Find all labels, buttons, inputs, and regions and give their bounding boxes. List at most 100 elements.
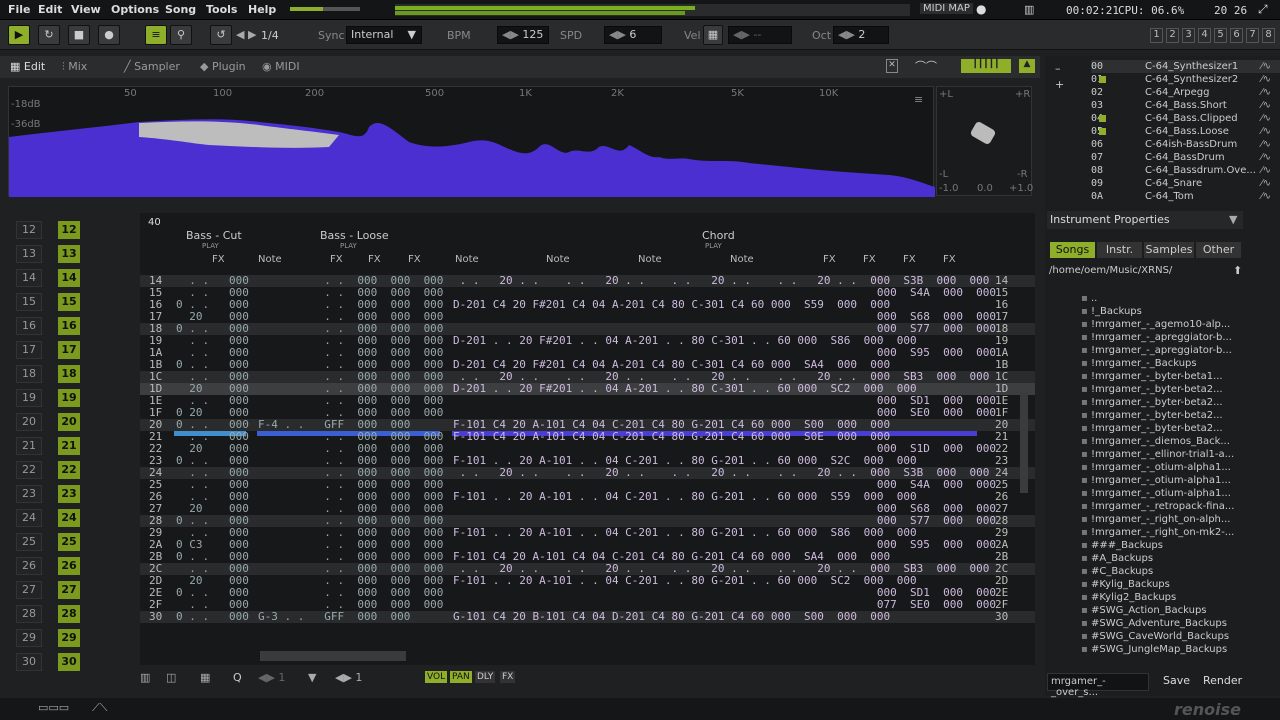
sequence-pattern[interactable]: 22 (58, 461, 80, 479)
track-button-6[interactable]: 6 (1230, 28, 1243, 43)
bass-cut-cell[interactable]: 0 . . 000 (176, 611, 249, 623)
block-loop-button[interactable]: ↺ (210, 25, 232, 45)
matrix-icon[interactable]: ▦ (200, 671, 210, 684)
menu-tools[interactable]: Tools (206, 3, 237, 16)
scope-toggle-icon[interactable]: ⌒⌒ (915, 58, 937, 74)
tab-samples[interactable]: Samples (1144, 242, 1194, 258)
sequence-slot[interactable]: 20 20 (10, 413, 130, 433)
lines-field[interactable]: ◀▶ 1 (258, 671, 285, 684)
save-filename-input[interactable]: mrgamer_-_over_s... (1047, 673, 1149, 698)
sequence-pattern[interactable]: 14 (58, 269, 80, 287)
file-item[interactable]: ▪ !mrgamer_-_ellinor-trial1-a... (1081, 448, 1234, 461)
file-item[interactable]: ▪ !mrgamer_-_otium-alpha1... (1081, 474, 1231, 487)
loop-button[interactable]: ↻ (38, 25, 60, 45)
tab-edit[interactable]: ▦ Edit (10, 60, 45, 73)
track-button-8[interactable]: 8 (1262, 28, 1275, 43)
sequence-slot[interactable]: 16 16 (10, 317, 130, 337)
sequence-pattern[interactable]: 27 (58, 581, 80, 599)
menu-file[interactable]: File (8, 3, 31, 16)
sequence-pattern[interactable]: 19 (58, 389, 80, 407)
track-name-bass-loose[interactable]: Bass - Loose (320, 229, 389, 242)
sequence-slot[interactable]: 21 21 (10, 437, 130, 457)
sequence-slot[interactable]: 30 30 (10, 653, 130, 673)
menu-options[interactable]: Options (111, 3, 159, 16)
file-item[interactable]: ▪ #SWG_Adventure_Backups (1081, 617, 1227, 630)
octave-field[interactable]: ◀▶ 2 (833, 26, 889, 44)
fx-toggle[interactable]: FX (500, 671, 516, 683)
file-item[interactable]: ▪ #SWG_CaveWorld_Backups (1081, 630, 1229, 643)
instrument-item[interactable]: 09 C-64_Snare ⁄∿ (1091, 177, 1280, 190)
file-item[interactable]: ▪ !mrgamer_-_right_on-mk2-... (1081, 526, 1234, 539)
master-volume-slider[interactable] (290, 7, 360, 11)
play-button[interactable]: ▶ (8, 25, 30, 45)
track-button-3[interactable]: 3 (1182, 28, 1195, 43)
instrument-item[interactable]: 02 C-64_Arpegg ⁄∿ (1091, 86, 1280, 99)
sequence-pattern[interactable]: 16 (58, 317, 80, 335)
instrument-item[interactable]: 01 C-64_Synthesizer2 ⁄∿ (1091, 73, 1280, 86)
sequence-slot[interactable]: 29 29 (10, 629, 130, 649)
sequence-pattern[interactable]: 20 (58, 413, 80, 431)
file-item[interactable]: ▪ !mrgamer_-_otium-alpha1... (1081, 461, 1231, 474)
pattern-row[interactable]: 30 0 . . 000 G-3 . . GFF 000 000 G-101 C4 2… (140, 611, 1035, 623)
automation-icon[interactable]: ◫ (166, 671, 176, 684)
instrument-properties-bar[interactable]: Instrument Properties ▼ (1047, 211, 1243, 229)
file-item[interactable]: ▪ #Kylig_Backups (1081, 578, 1170, 591)
tab-mix[interactable]: ⫶ Mix (62, 60, 87, 74)
bpm-field[interactable]: ◀▶ 125 (497, 26, 549, 44)
track-button-4[interactable]: 4 (1198, 28, 1211, 43)
vol-toggle[interactable]: VOL (425, 671, 448, 683)
pattern-rows[interactable]: 14 . . 000 . . 000 000 000 . . 20 . . . … (140, 275, 1035, 635)
instrument-item[interactable]: 00 C-64_Synthesizer1 ⁄∿ (1091, 60, 1280, 73)
sequence-slot[interactable]: 14 14 (10, 269, 130, 289)
instrument-item[interactable]: 06 C-64ish-BassDrum ⁄∿ (1091, 138, 1280, 151)
file-item[interactable]: ▪ #SWG_Action_Backups (1081, 604, 1207, 617)
parent-dir-icon[interactable]: ⬆ (1233, 264, 1242, 277)
sequence-pattern[interactable]: 24 (58, 509, 80, 527)
file-item[interactable]: ▪ !mrgamer_-_apreggiator-b... (1081, 331, 1232, 344)
fullscreen-icon[interactable]: ⤢ (1258, 2, 1268, 17)
bass-loose-cell[interactable]: G-3 . . GFF 000 000 (258, 611, 410, 623)
tab-plugin[interactable]: ◆ Plugin (200, 60, 246, 73)
file-item[interactable]: ▪ .. (1081, 292, 1097, 305)
tab-other[interactable]: Other (1196, 242, 1241, 258)
sequence-pattern[interactable]: 26 (58, 557, 80, 575)
tab-songs[interactable]: Songs (1050, 242, 1095, 258)
sequence-slot[interactable]: 19 19 (10, 389, 130, 409)
sequence-slot[interactable]: 18 18 (10, 365, 130, 385)
file-item[interactable]: ▪ !_Backups (1081, 305, 1142, 318)
sequence-pattern[interactable]: 28 (58, 605, 80, 623)
file-item[interactable]: ▪ !mrgamer_-_byter-beta1... (1081, 370, 1223, 383)
velocity-icon[interactable]: ▦ (703, 25, 723, 45)
sequence-slot[interactable]: 12 12 (10, 221, 130, 241)
menu-help[interactable]: Help (248, 3, 276, 16)
file-item[interactable]: ▪ #A_Backups (1081, 552, 1153, 565)
instrument-item[interactable]: 03 C-64_Bass.Short ⁄∿ (1091, 99, 1280, 112)
browser-path[interactable]: /home/oem/Music/XRNS/ (1049, 265, 1172, 276)
menu-edit[interactable]: Edit (38, 3, 62, 16)
keyboard-toggle-icon[interactable]: ▭▭▭ (38, 701, 69, 714)
sequence-pattern[interactable]: 29 (58, 629, 80, 647)
instrument-item[interactable]: 05 C-64_Bass.Loose ⁄∿ (1091, 125, 1280, 138)
midi-map-button[interactable]: MIDI MAP (920, 3, 973, 14)
file-item[interactable]: ▪ ###_Backups (1081, 539, 1163, 552)
file-item[interactable]: ▪ !mrgamer_-_apreggiator-b... (1081, 344, 1232, 357)
track-button-7[interactable]: 7 (1246, 28, 1259, 43)
speed-field[interactable]: ◀▶ 6 (604, 26, 662, 44)
tab-instr[interactable]: Instr. (1097, 242, 1142, 258)
sequence-pattern[interactable]: 18 (58, 365, 80, 383)
instrument-item[interactable]: 0A C-64_Tom ⁄∿ (1091, 190, 1280, 203)
file-item[interactable]: ▪ #SWG_JungleMap_Backups (1081, 643, 1227, 656)
dly-toggle[interactable]: DLY (475, 671, 496, 683)
file-item[interactable]: ▪ !mrgamer_-_otium-alpha1... (1081, 487, 1231, 500)
add-instrument-icon[interactable]: + (1055, 78, 1064, 91)
dropdown-icon[interactable]: ▼ (308, 671, 316, 684)
instrument-item[interactable]: 08 C-64_Bassdrum.Ove... ⁄∿ (1091, 164, 1280, 177)
sequence-pattern[interactable]: 17 (58, 341, 80, 359)
sequence-slot[interactable]: 24 24 (10, 509, 130, 529)
sequence-slot[interactable]: 25 25 (10, 533, 130, 553)
instrument-item[interactable]: 07 C-64_BassDrum ⁄∿ (1091, 151, 1280, 164)
pattern-nav-arrows[interactable]: ◀ ▶ (236, 28, 256, 41)
remove-instrument-icon[interactable]: – (1055, 62, 1061, 75)
tab-sampler[interactable]: ╱ Sampler (124, 60, 180, 73)
save-button[interactable]: Save (1163, 674, 1190, 687)
